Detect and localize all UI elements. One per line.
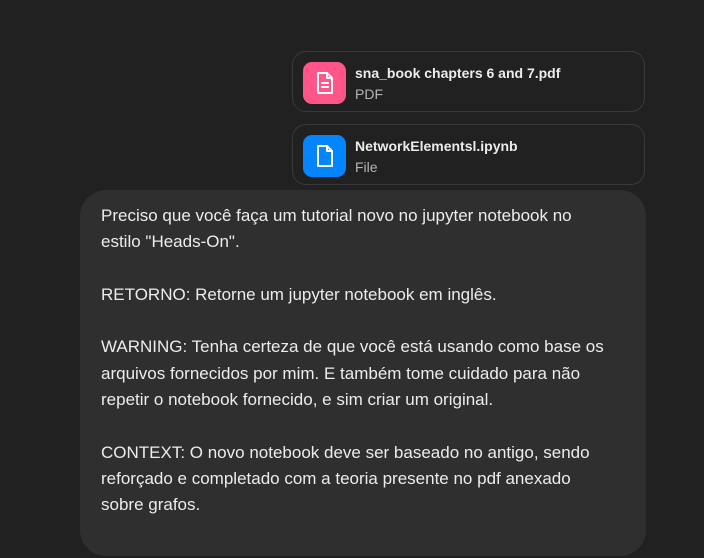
attachment-type: PDF	[355, 86, 383, 102]
message-paragraph: Preciso que você faça um tutorial novo n…	[101, 206, 572, 252]
attachment-name: NetworkElementsl.ipynb	[355, 138, 518, 154]
document-icon	[303, 135, 346, 177]
message-paragraph: WARNING: Tenha certeza de que você está …	[101, 337, 604, 410]
user-message-bubble: Preciso que você faça um tutorial novo n…	[80, 190, 646, 556]
attachment-type: File	[355, 159, 378, 175]
message-paragraph: CONTEXT: O novo notebook deve ser basead…	[101, 442, 590, 515]
attachment-name: sna_book chapters 6 and 7.pdf	[355, 65, 561, 81]
attachment-card-ipynb[interactable]: NetworkElementsl.ipynb File	[292, 124, 645, 185]
attachment-card-pdf[interactable]: sna_book chapters 6 and 7.pdf PDF	[292, 51, 645, 112]
document-text-icon	[303, 62, 346, 104]
message-paragraph: RETORNO: Retorne um jupyter notebook em …	[101, 284, 497, 304]
